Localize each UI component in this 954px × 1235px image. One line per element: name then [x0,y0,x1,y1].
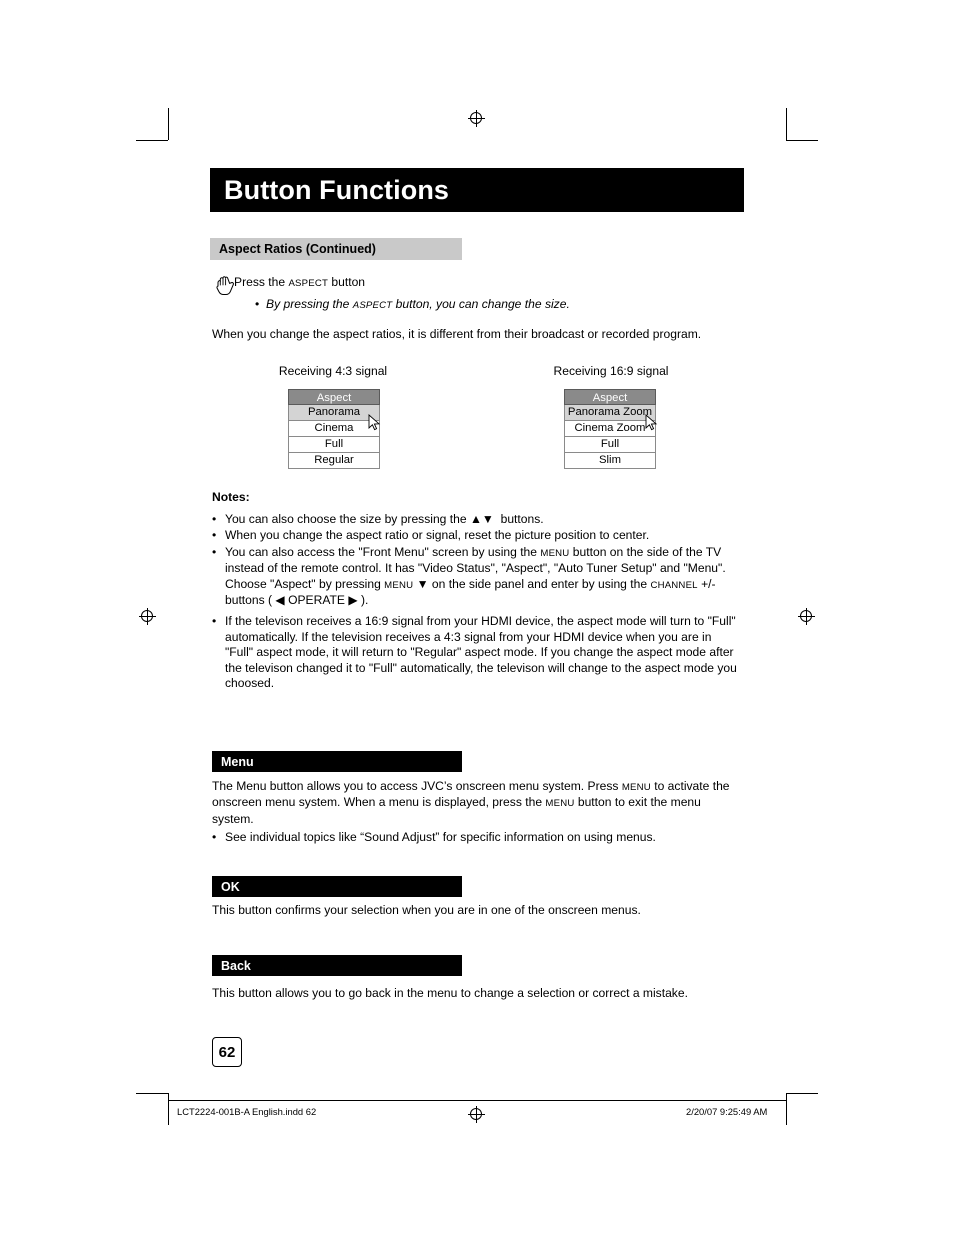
back-paragraph: This button allows you to go back in the… [212,986,772,1001]
aspect-menu-4-3-header-label: Aspect [316,392,352,404]
footer-divider-right [786,1100,787,1116]
note-item-3-caps3: Channel [650,579,698,591]
aspect-menu-4-3-item-regular[interactable]: Regular [288,453,380,469]
cursor-arrow-icon-16-9 [645,414,658,431]
aspect-menu-4-3: Aspect Panorama Cinema Full Regular [288,389,380,469]
note-item-1: • You can also choose the size by pressi… [212,512,742,527]
aspect-press-bullet: • By pressing the Aspect button, you can… [255,297,766,313]
aspect-bullet-post: button, you can change the size. [392,297,570,311]
menu-paragraph: The Menu button allows you to access JVC… [212,779,734,827]
aspect-menu-16-9-header: Aspect [564,389,656,405]
section-header-ok: OK [212,876,462,897]
registration-mark-left [139,608,156,625]
note-item-3-seg3: ▼ on the side panel and enter by using t… [413,576,651,591]
aspect-menu-4-3-item-cinema-label: Cinema [314,422,354,434]
aspect-menu-16-9-item-slim-label: Slim [599,454,621,466]
section-header-menu-label: Menu [221,754,254,769]
note-item-3-caps1: Menu [540,547,570,559]
crop-mark-top-left-h [136,140,168,141]
cursor-arrow-icon-4-3 [368,414,381,431]
bullet-dot: • [212,512,217,526]
aspect-bullet-pre: By pressing the [266,297,353,311]
registration-mark-bottom [468,1106,485,1123]
footer-filename: LCT2224-001B-A English.indd 62 [177,1106,316,1117]
note-item-1-text: You can also choose the size by pressing… [225,512,544,526]
aspect-press-line: Press the Aspect button [234,275,754,291]
registration-mark-right [798,608,815,625]
aspect-menu-16-9-item-panorama-zoom-label: Panorama Zoom [567,406,653,418]
page-number-box: 62 [212,1037,242,1067]
note-item-3-text: You can also access the "Front Menu" scr… [225,545,726,607]
bullet-dot: • [212,614,217,629]
menu-bullet: • See individual topics like “Sound Adju… [212,830,742,845]
crop-mark-bottom-right-h [786,1093,818,1094]
crop-mark-top-right-h [786,140,818,141]
aspect-menu-16-9-item-full[interactable]: Full [564,437,656,453]
page-number: 62 [218,1043,236,1061]
page-title-banner: Button Functions [210,168,744,212]
page-title: Button Functions [224,174,450,205]
aspect-menu-4-3-item-panorama-label: Panorama [307,406,361,418]
note-item-4: • If the televison receives a 16:9 signa… [212,614,742,691]
aspect-menu-4-3-item-cinema[interactable]: Cinema [288,421,380,437]
aspect-menu-4-3-item-panorama[interactable]: Panorama [288,405,380,421]
menu-paragraph-caps1: Menu [621,782,651,793]
section-header-aspect-ratios-label: Aspect Ratios (Continued) [219,242,376,256]
section-header-ok-label: OK [221,879,240,894]
aspect-bullet-caps: Aspect [352,300,393,311]
bullet-dot: • [255,297,260,311]
note-item-3-seg1: You can also access the "Front Menu" scr… [225,544,541,559]
aspect-menu-4-3-item-full-label: Full [324,438,344,450]
aspect-menu-16-9-item-cinema-zoom-label: Cinema Zoom [574,422,646,434]
aspect-menu-16-9-item-panorama-zoom[interactable]: Panorama Zoom [564,405,656,421]
aspect-press-line-post: button [328,275,366,289]
aspect-menu-16-9-item-full-label: Full [600,438,620,450]
footer-filename-label: LCT2224-001B-A English.indd 62 [177,1106,317,1117]
aspect-menu-16-9-item-slim[interactable]: Slim [564,453,656,469]
footer-timestamp: 2/20/07 9:25:49 AM [686,1106,767,1117]
menu-paragraph-seg1: The Menu button allows you to access JVC… [212,779,622,793]
aspect-menu-4-3-item-full[interactable]: Full [288,437,380,453]
footer-divider-left [168,1100,169,1116]
notes-heading-label: Notes: [212,490,250,504]
aspect-menu-caption-4-3-label: Receiving 4:3 signal [278,364,388,378]
footer-timestamp-label: 2/20/07 9:25:49 AM [686,1106,768,1117]
note-item-3-caps2: Menu [384,579,414,591]
aspect-menu-4-3-header: Aspect [288,389,380,405]
note-item-2: • When you change the aspect ratio or si… [212,528,742,543]
crop-mark-bottom-left-h [136,1093,168,1094]
section-header-menu: Menu [212,751,462,772]
bullet-dot: • [212,528,217,543]
aspect-menu-caption-4-3: Receiving 4:3 signal [200,364,466,378]
aspect-menu-16-9-item-cinema-zoom[interactable]: Cinema Zoom [564,421,656,437]
bullet-dot: • [212,544,217,559]
section-header-back-label: Back [221,958,251,973]
crop-mark-top-right-v [786,108,787,140]
section-header-aspect-ratios: Aspect Ratios (Continued) [210,238,462,260]
ok-paragraph: This button confirms your selection when… [212,903,772,918]
notes-heading: Notes: [212,490,250,505]
aspect-press-line-caps: Aspect [288,278,329,289]
aspect-press-line-pre: Press the [234,275,289,289]
aspect-menu-4-3-item-regular-label: Regular [314,454,354,466]
note-item-3: • You can also access the "Front Menu" s… [212,545,742,609]
aspect-paragraph-text: When you change the aspect ratios, it is… [212,327,702,341]
note-item-4-text: If the televison receives a 16:9 signal … [225,614,737,691]
bullet-dot: • [212,830,217,844]
aspect-menu-16-9-header-label: Aspect [592,392,628,404]
aspect-menu-caption-16-9: Receiving 16:9 signal [478,364,744,378]
menu-paragraph-caps2: Menu [545,798,575,810]
aspect-menu-caption-16-9-label: Receiving 16:9 signal [553,364,669,378]
ok-paragraph-text: This button confirms your selection when… [212,903,641,917]
crop-mark-top-left-v [168,108,169,140]
registration-mark-top [468,110,485,127]
notes-list: • You can also choose the size by pressi… [212,512,742,691]
section-header-back: Back [212,955,462,976]
aspect-menu-16-9: Aspect Panorama Zoom Cinema Zoom Full Sl… [564,389,656,469]
note-item-2-text: When you change the aspect ratio or sign… [225,528,650,543]
footer-rule [168,1100,786,1101]
aspect-paragraph: When you change the aspect ratios, it is… [212,327,772,342]
menu-bullet-text: See individual topics like “Sound Adjust… [225,830,656,844]
back-paragraph-text: This button allows you to go back in the… [212,986,688,1000]
